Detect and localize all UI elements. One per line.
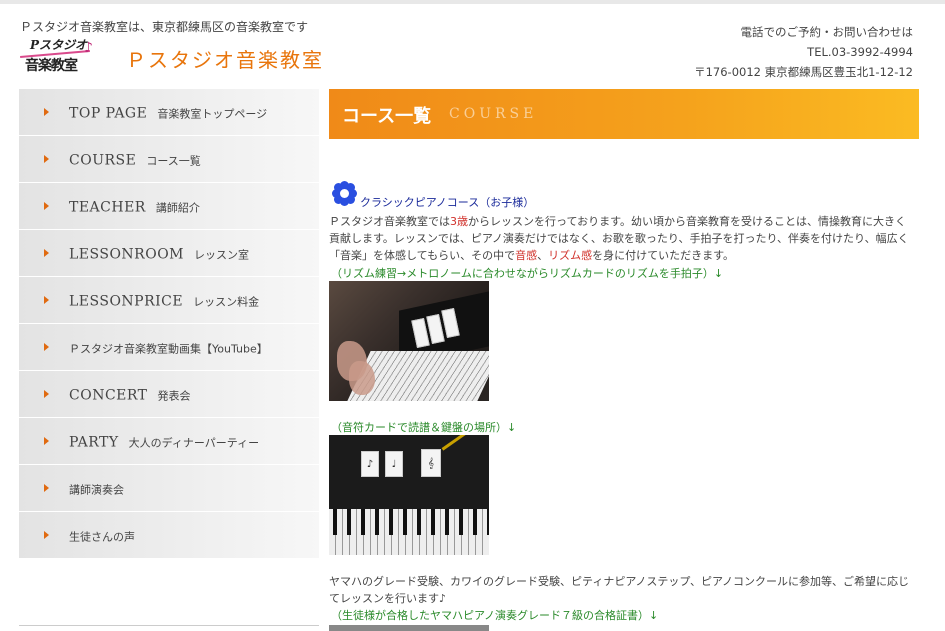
nav-label-en: PARTY <box>69 434 119 451</box>
sidebar-divider <box>19 625 319 626</box>
intro-rhythm-highlight: リズム感 <box>548 249 593 262</box>
sidebar-item-party[interactable]: PARTY 大人のディナーパーティー <box>19 418 319 465</box>
sidebar-item-teacher[interactable]: TEACHER 講師紹介 <box>19 183 319 230</box>
banner-subtitle: COURSE <box>449 106 538 122</box>
contact-prompt: 電話でのご予約・お問い合わせは <box>740 25 914 39</box>
photo-caption-reading: （音符カードで読譜＆鍵盤の場所）↓ <box>331 421 517 434</box>
certificate-photo <box>329 625 489 631</box>
contact-info: 電話でのご予約・お問い合わせは TEL.03-3992-4994 〒176-00… <box>694 22 913 82</box>
nav-label-en: LESSONPRICE <box>69 293 184 310</box>
clapping-hand <box>349 361 375 395</box>
arrow-right-icon <box>44 343 49 351</box>
nav-label-jp: 発表会 <box>157 389 191 403</box>
course-heading: クラシックピアノコース（お子様） <box>332 181 535 209</box>
arrow-right-icon <box>44 108 49 116</box>
intro-text: 、 <box>537 249 549 262</box>
sidebar-item-teacher-recital[interactable]: 講師演奏会 <box>19 465 319 512</box>
banner-title: コース一覧 <box>342 106 432 127</box>
contact-tel[interactable]: TEL.03-3992-4994 <box>694 42 913 62</box>
nav-label-jp: Ｐスタジオ音楽教室動画集【YouTube】 <box>69 342 268 356</box>
rhythm-practice-photo <box>329 281 489 401</box>
sidebar-item-student-voices[interactable]: 生徒さんの声 <box>19 512 319 559</box>
nav-label-jp: 講師演奏会 <box>69 483 124 497</box>
sidebar-nav: TOP PAGE 音楽教室トップページ COURSE コース一覧 TEACHER 講師… <box>19 89 319 559</box>
arrow-right-icon <box>44 390 49 398</box>
sidebar-item-lessonroom[interactable]: LESSONROOM レッスン室 <box>19 230 319 277</box>
sidebar-item-youtube[interactable]: Ｐスタジオ音楽教室動画集【YouTube】 <box>19 324 319 371</box>
pointer-stick <box>441 435 475 451</box>
sidebar-item-concert[interactable]: CONCERT 発表会 <box>19 371 319 418</box>
intro-age-highlight: 3歳 <box>450 215 468 228</box>
intro-text: Ｐスタジオ音楽教室では <box>329 215 450 228</box>
nav-label-en: LESSONROOM <box>69 246 185 263</box>
arrow-right-icon <box>44 249 49 257</box>
note-card-photo: ♪ ♩ 𝄞 <box>329 435 489 555</box>
music-note-icon: ♪ <box>84 40 93 56</box>
arrow-right-icon <box>44 531 49 539</box>
note-card: ♪ <box>361 451 379 477</box>
main-content: コース一覧 COURSE クラシックピアノコース（お子様） Ｐスタジオ音楽教室で… <box>329 89 919 631</box>
arrow-right-icon <box>44 484 49 492</box>
site-logo[interactable]: Pスタジオ 音楽教室 ♪ <box>20 36 98 74</box>
intro-text: を身に付けていただきます。 <box>592 249 735 262</box>
logo-line1: Pスタジオ <box>30 38 88 52</box>
nav-label-jp: レッスン室 <box>194 248 250 262</box>
nav-label-jp: 生徒さんの声 <box>69 530 135 544</box>
contact-address: 〒176-0012 東京都練馬区豊玉北1-12-12 <box>694 65 913 79</box>
course-title: クラシックピアノコース（お子様） <box>360 196 535 209</box>
grade-paragraph: ヤマハのグレード受験、カワイのグレード受験、ピティナピアノステップ、ピアノコンク… <box>329 575 910 605</box>
sidebar-item-course[interactable]: COURSE コース一覧 <box>19 136 319 183</box>
note-card: ♩ <box>385 451 403 477</box>
nav-label-en: CONCERT <box>69 387 148 404</box>
flower-icon <box>332 181 358 207</box>
nav-label-jp: 大人のディナーパーティー <box>128 436 260 450</box>
note-card: 𝄞 <box>421 449 441 477</box>
nav-label-jp: コース一覧 <box>146 154 201 168</box>
photo-caption-rhythm: （リズム練習→メトロノームに合わせながらリズムカードのリズムを手拍子）↓ <box>331 267 724 280</box>
nav-label-en: TEACHER <box>69 199 146 216</box>
nav-label-jp: 講師紹介 <box>155 201 200 215</box>
nav-label-en: COURSE <box>69 152 137 169</box>
intro-pitch-highlight: 音感 <box>515 249 538 262</box>
logo-line2: 音楽教室 <box>25 58 78 74</box>
intro-paragraph: Ｐスタジオ音楽教室では3歳からレッスンを行っております。幼い頃から音楽教育を受け… <box>329 213 917 264</box>
photo-caption-certificate: （生徒様が合格したヤマハピアノ演奏グレード７級の合格証書）↓ <box>331 609 659 622</box>
section-banner: コース一覧 COURSE <box>329 89 919 139</box>
site-tagline: Ｐスタジオ音楽教室は、東京都練馬区の音楽教室です <box>20 20 309 34</box>
top-border <box>0 0 945 4</box>
site-title[interactable]: Ｐスタジオ音楽教室 <box>126 44 324 73</box>
piano-black-keys <box>329 509 489 535</box>
arrow-right-icon <box>44 155 49 163</box>
nav-label-jp: レッスン料金 <box>193 295 260 309</box>
nav-label-en: TOP PAGE <box>69 105 148 122</box>
nav-label-jp: 音楽教室トップページ <box>157 107 268 121</box>
sidebar-item-top-page[interactable]: TOP PAGE 音楽教室トップページ <box>19 89 319 136</box>
sidebar-item-lessonprice[interactable]: LESSONPRICE レッスン料金 <box>19 277 319 324</box>
arrow-right-icon <box>44 296 49 304</box>
arrow-right-icon <box>44 437 49 445</box>
arrow-right-icon <box>44 202 49 210</box>
